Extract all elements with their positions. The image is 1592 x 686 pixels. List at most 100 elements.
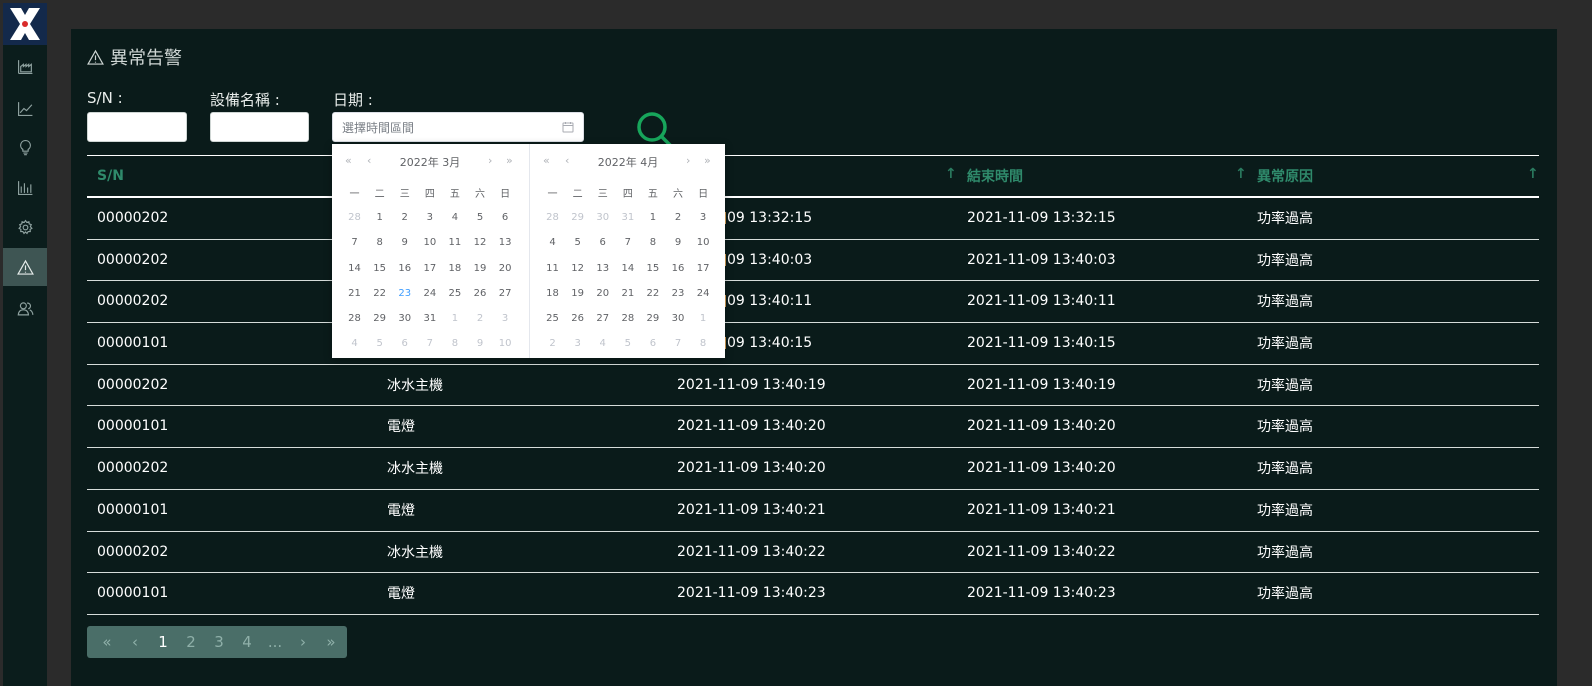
sort-arrow-icon[interactable]: ↑ xyxy=(945,166,957,182)
day-cell[interactable]: 3 xyxy=(417,212,442,223)
day-cell[interactable]: 10 xyxy=(493,338,518,349)
day-cell[interactable]: 13 xyxy=(590,263,615,274)
search-button[interactable] xyxy=(636,109,678,145)
sort-arrow-icon[interactable]: ↑ xyxy=(1235,166,1247,182)
day-cell[interactable]: 6 xyxy=(493,212,518,223)
page-item[interactable]: 4 xyxy=(233,633,261,651)
sn-input[interactable] xyxy=(87,112,187,142)
day-cell[interactable]: 27 xyxy=(590,313,615,324)
day-cell[interactable]: 25 xyxy=(442,288,467,299)
day-cell[interactable]: 15 xyxy=(367,263,392,274)
page-item[interactable]: › xyxy=(289,633,317,651)
day-cell[interactable]: 1 xyxy=(442,313,467,324)
column-header-sn[interactable]: S/N xyxy=(97,156,124,196)
sidebar-item-lighting[interactable] xyxy=(3,128,47,166)
page-item[interactable]: 1 xyxy=(149,633,177,651)
next-year-button[interactable]: » xyxy=(506,154,513,167)
day-cell[interactable]: 30 xyxy=(590,212,615,223)
day-cell[interactable]: 2 xyxy=(392,212,417,223)
day-cell[interactable]: 2 xyxy=(665,212,690,223)
sidebar-item-users[interactable] xyxy=(3,289,47,327)
day-cell[interactable]: 23 xyxy=(665,288,690,299)
day-cell[interactable]: 20 xyxy=(493,263,518,274)
day-cell[interactable]: 28 xyxy=(342,313,367,324)
page-item[interactable]: 3 xyxy=(205,633,233,651)
day-cell[interactable]: 30 xyxy=(392,313,417,324)
table-row[interactable]: 00000202 冰水主機 2021-11-09 13:40:20 2021-11-0… xyxy=(87,448,1539,490)
day-cell[interactable]: 11 xyxy=(540,263,565,274)
day-cell[interactable]: 9 xyxy=(665,237,690,248)
table-row[interactable]: 00000202 09 13:40:11 2021-11-09 13:40:11 功率… xyxy=(87,281,1539,324)
table-row[interactable]: 00000202 09 13:32:15 2021-11-09 13:32:15 功率… xyxy=(87,198,1539,240)
day-cell[interactable]: 31 xyxy=(417,313,442,324)
day-cell[interactable]: 24 xyxy=(417,288,442,299)
day-cell[interactable]: 31 xyxy=(615,212,640,223)
day-cell[interactable]: 20 xyxy=(590,288,615,299)
day-cell[interactable]: 18 xyxy=(540,288,565,299)
day-cell[interactable]: 29 xyxy=(640,313,665,324)
day-cell[interactable]: 19 xyxy=(467,263,492,274)
day-cell[interactable]: 28 xyxy=(342,212,367,223)
day-cell[interactable]: 7 xyxy=(342,237,367,248)
day-cell[interactable]: 1 xyxy=(640,212,665,223)
column-header-reason[interactable]: 異常原因 xyxy=(1257,156,1313,196)
day-cell[interactable]: 10 xyxy=(417,237,442,248)
day-cell[interactable]: 15 xyxy=(640,263,665,274)
next-month-button[interactable]: › xyxy=(488,154,492,167)
day-cell[interactable]: 9 xyxy=(392,237,417,248)
day-cell[interactable]: 25 xyxy=(540,313,565,324)
table-row[interactable]: 00000101 電燈 2021-11-09 13:40:21 2021-11-09 … xyxy=(87,490,1539,532)
day-cell[interactable]: 3 xyxy=(691,212,716,223)
day-cell[interactable]: 11 xyxy=(442,237,467,248)
day-cell[interactable]: 3 xyxy=(565,338,590,349)
day-cell[interactable]: 24 xyxy=(691,288,716,299)
day-cell[interactable]: 12 xyxy=(565,263,590,274)
page-item[interactable]: » xyxy=(317,633,345,651)
next-year-button[interactable]: » xyxy=(704,154,711,167)
next-month-button[interactable]: › xyxy=(686,154,690,167)
sort-arrow-icon[interactable]: ↑ xyxy=(1527,166,1539,182)
day-cell[interactable]: 21 xyxy=(615,288,640,299)
day-cell[interactable]: 17 xyxy=(417,263,442,274)
day-cell[interactable]: 4 xyxy=(540,237,565,248)
day-cell[interactable]: 22 xyxy=(640,288,665,299)
day-cell[interactable]: 5 xyxy=(367,338,392,349)
date-range-input[interactable]: 選擇時間區間 xyxy=(332,112,584,142)
sidebar-item-factory[interactable] xyxy=(3,47,47,85)
day-cell[interactable]: 19 xyxy=(565,288,590,299)
day-cell[interactable]: 14 xyxy=(342,263,367,274)
day-cell[interactable]: 26 xyxy=(565,313,590,324)
page-item[interactable]: ‹ xyxy=(121,633,149,651)
day-cell[interactable]: 17 xyxy=(691,263,716,274)
day-cell[interactable]: 7 xyxy=(615,237,640,248)
day-cell[interactable]: 2 xyxy=(467,313,492,324)
sidebar-item-trend[interactable] xyxy=(3,89,47,127)
day-cell[interactable]: 16 xyxy=(665,263,690,274)
table-row[interactable]: 00000202 冰水主機 2021-11-09 13:40:22 2021-11-0… xyxy=(87,532,1539,574)
table-row[interactable]: 00000202 09 13:40:03 2021-11-09 13:40:03 功率… xyxy=(87,240,1539,282)
day-cell[interactable]: 6 xyxy=(640,338,665,349)
day-cell[interactable]: 5 xyxy=(615,338,640,349)
sidebar-item-alarms[interactable] xyxy=(3,248,47,286)
table-row[interactable]: 00000101 09 13:40:15 2021-11-09 13:40:15 功率… xyxy=(87,323,1539,365)
day-cell[interactable]: 8 xyxy=(367,237,392,248)
day-cell[interactable]: 8 xyxy=(691,338,716,349)
page-item[interactable]: 2 xyxy=(177,633,205,651)
day-cell[interactable]: 22 xyxy=(367,288,392,299)
day-cell[interactable]: 7 xyxy=(417,338,442,349)
day-cell[interactable]: 2 xyxy=(540,338,565,349)
day-cell[interactable]: 13 xyxy=(493,237,518,248)
day-cell[interactable]: 29 xyxy=(565,212,590,223)
day-cell[interactable]: 28 xyxy=(615,313,640,324)
day-cell[interactable]: 12 xyxy=(467,237,492,248)
day-cell[interactable]: 26 xyxy=(467,288,492,299)
app-logo[interactable] xyxy=(3,3,47,45)
table-row[interactable]: 00000202 冰水主機 2021-11-09 13:40:19 2021-11-0… xyxy=(87,365,1539,407)
day-cell[interactable]: 23 xyxy=(392,288,417,299)
day-cell[interactable]: 6 xyxy=(392,338,417,349)
day-cell[interactable]: 16 xyxy=(392,263,417,274)
sidebar-item-statistics[interactable] xyxy=(3,168,47,206)
day-cell[interactable]: 6 xyxy=(590,237,615,248)
day-cell[interactable]: 5 xyxy=(565,237,590,248)
day-cell[interactable]: 5 xyxy=(467,212,492,223)
